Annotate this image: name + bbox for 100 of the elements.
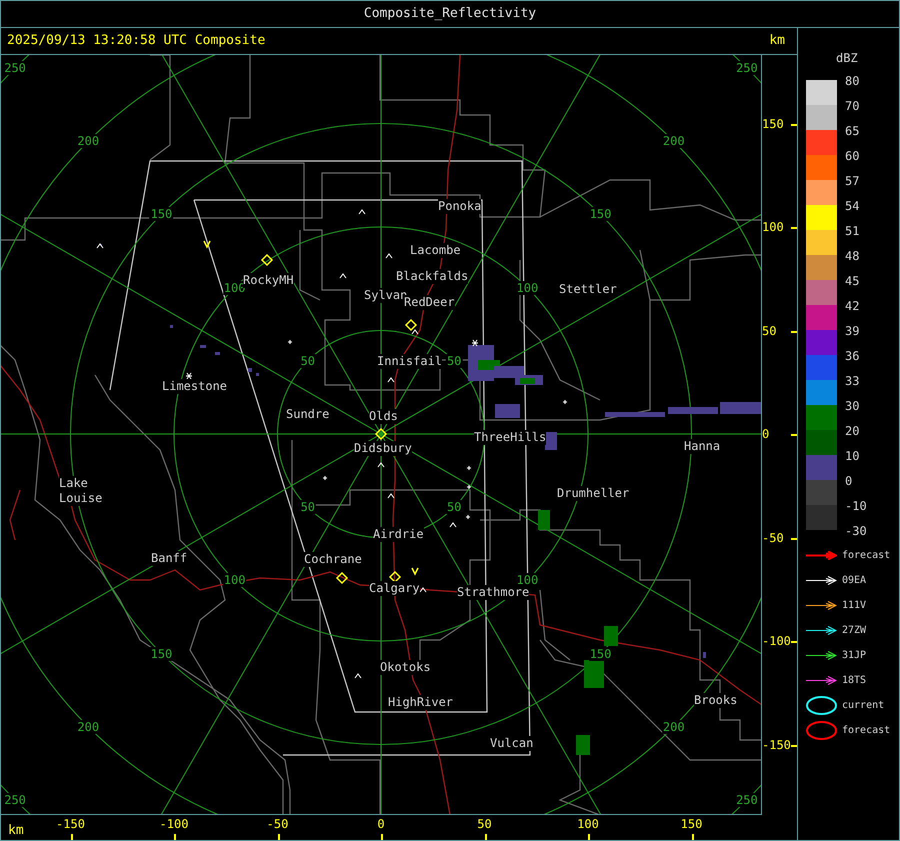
tick-mark xyxy=(278,834,280,840)
precipitation-echo xyxy=(584,660,604,688)
range-ring-label: 100 xyxy=(516,280,540,295)
diamond-marker-icon xyxy=(388,570,402,584)
chevron-icon xyxy=(203,240,211,249)
range-ring-label: 200 xyxy=(76,134,100,148)
x-axis-tick-label: 150 xyxy=(680,817,702,831)
color-scale-label: 51 xyxy=(845,222,860,240)
plus-icon xyxy=(466,514,470,520)
precipitation-echo xyxy=(538,510,550,530)
range-ring-label: 250 xyxy=(735,792,759,807)
caret-icon xyxy=(354,673,362,678)
color-scale-label: 60 xyxy=(845,148,860,164)
city-label: Olds xyxy=(369,409,398,424)
diamond-marker-icon xyxy=(336,572,348,584)
range-ring-label: 250 xyxy=(3,61,27,76)
caret-icon xyxy=(340,273,346,278)
legend-label: 27ZW xyxy=(842,624,866,638)
precipitation-echo xyxy=(545,432,557,450)
range-ring-label: 50 xyxy=(300,354,316,368)
tick-mark xyxy=(791,744,797,746)
city-label: Banff xyxy=(151,551,188,566)
city-label: Innisfail xyxy=(377,354,442,369)
range-ring-label: 150 xyxy=(588,646,612,661)
city-label: Calgary xyxy=(369,581,420,596)
diamond-marker-icon xyxy=(260,254,274,266)
city-label: HighRiver xyxy=(388,695,454,710)
x-axis-tick-label: -100 xyxy=(160,817,188,831)
y-axis-tick-label: -150 xyxy=(762,738,791,752)
color-scale-label: 42 xyxy=(845,298,860,314)
x-axis-tick-label: 0 xyxy=(377,817,385,831)
color-scale-label: 65 xyxy=(845,122,860,140)
axis-unit-label: km xyxy=(769,32,785,50)
city-label: RockyMH xyxy=(243,273,294,288)
plus-icon xyxy=(562,400,568,404)
range-ring-label: 200 xyxy=(662,134,686,148)
asterisk-icon xyxy=(186,372,192,380)
caret-icon xyxy=(450,522,456,528)
legend-label: 09EA xyxy=(842,574,866,588)
range-ring-label: 200 xyxy=(76,720,100,734)
diamond-marker-icon xyxy=(374,428,388,440)
precipitation-echo xyxy=(604,626,618,646)
color-scale-label: 57 xyxy=(845,172,860,190)
tick-mark xyxy=(791,641,797,643)
tick-mark xyxy=(70,834,72,840)
city-label: Cochrane xyxy=(304,552,362,567)
asterisk-icon xyxy=(472,340,478,346)
color-scale-label: 10 xyxy=(845,448,860,464)
legend-label: forecast xyxy=(842,724,890,738)
city-label: Okotoks xyxy=(380,660,431,675)
city-label: Strathmore xyxy=(457,585,530,600)
chevron-icon xyxy=(411,568,419,576)
x-axis-tick-label: 100 xyxy=(577,817,599,831)
x-axis-tick-label: -50 xyxy=(266,817,288,831)
precipitation-echo xyxy=(200,345,206,348)
city-label: Vulcan xyxy=(490,736,534,751)
tick-mark xyxy=(692,834,694,840)
caret-icon xyxy=(388,377,394,382)
precipitation-echo xyxy=(668,407,718,414)
tick-mark xyxy=(381,834,383,840)
city-label: Brooks xyxy=(694,693,738,708)
color-scale-label: 48 xyxy=(845,248,860,264)
city-label: Blackfalds xyxy=(396,269,468,284)
y-axis-tick-label: -100 xyxy=(762,634,791,648)
y-axis-tick-label: 0 xyxy=(762,427,770,441)
axis-unit-label: km xyxy=(8,822,24,840)
color-scale-label: -10 xyxy=(845,498,867,514)
legend-title: dBZ xyxy=(836,50,859,67)
caret-icon xyxy=(378,462,384,468)
timestamp-label: 2025/09/13 13:20:58 UTC Composite xyxy=(7,32,266,50)
precipitation-echo xyxy=(215,352,220,355)
color-scale-label: 0 xyxy=(845,472,852,490)
tick-mark xyxy=(791,124,797,126)
diamond-marker-icon xyxy=(404,318,418,332)
caret-icon xyxy=(96,243,104,248)
y-axis-tick-label: 100 xyxy=(762,220,784,234)
plus-icon xyxy=(288,340,292,344)
color-scale-label: 36 xyxy=(845,348,860,364)
y-axis-tick-label: 50 xyxy=(762,324,776,338)
city-label: Lake Louise xyxy=(59,476,102,506)
precipitation-echo xyxy=(703,652,706,658)
range-ring-label: 150 xyxy=(150,207,174,222)
city-label: Ponoka xyxy=(438,199,482,214)
plus-icon xyxy=(466,484,472,490)
color-scale-label: 20 xyxy=(845,422,860,440)
x-axis-tick-label: -150 xyxy=(56,817,85,831)
range-ring-label: 200 xyxy=(662,720,686,734)
caret-icon xyxy=(388,493,394,498)
precipitation-echo xyxy=(495,404,520,418)
precipitation-echo xyxy=(256,373,259,376)
x-axis-tick-label: 50 xyxy=(477,817,492,831)
range-ring-label: 250 xyxy=(735,61,759,76)
tick-mark xyxy=(174,834,176,840)
city-label: ThreeHills xyxy=(474,430,546,445)
range-ring-label: 50 xyxy=(446,354,462,368)
color-scale-label: 33 xyxy=(845,372,860,390)
precipitation-echo xyxy=(170,325,173,328)
plus-icon xyxy=(322,476,328,480)
city-label: Airdrie xyxy=(373,527,424,542)
window-title: Composite_Reflectivity xyxy=(364,5,536,24)
